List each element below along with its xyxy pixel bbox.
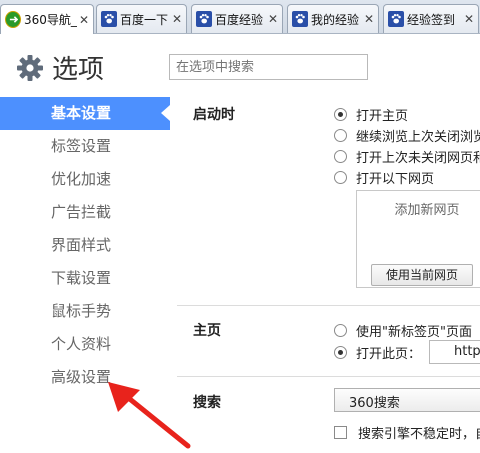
annotation-arrow-icon [108, 382, 191, 449]
tab-baidu-jingyan[interactable]: 百度经验 ✕ [191, 4, 283, 33]
homepage-label: 主页 [193, 323, 221, 339]
tab-label: 百度经验 [215, 12, 264, 27]
option-label: 打开主页 [356, 109, 409, 124]
close-icon[interactable]: ✕ [79, 13, 89, 27]
sidebar-item-optimize[interactable]: 优化加速 [0, 163, 170, 196]
360-nav-icon [5, 11, 21, 28]
startup-option-home[interactable]: 打开主页 [334, 105, 408, 124]
gear-icon [17, 55, 43, 81]
sidebar-item-gestures[interactable]: 鼠标手势 [0, 295, 170, 328]
sidebar-item-basic[interactable]: 基本设置 [0, 97, 170, 130]
tab-label: 百度一下 [120, 12, 169, 27]
sidebar-item-appearance[interactable]: 界面样式 [0, 229, 170, 262]
startup-option-restore[interactable]: 打开上次未关闭网页和 [334, 147, 480, 166]
radio-button[interactable] [334, 108, 347, 121]
baidu-paw-icon [292, 11, 308, 27]
radio-button[interactable] [334, 171, 347, 184]
add-page-link[interactable]: 添加新网页 [357, 199, 480, 218]
checkbox[interactable] [334, 426, 347, 439]
close-icon[interactable]: ✕ [172, 12, 182, 26]
option-label: 使用"新标签页"页面 [356, 325, 472, 340]
startup-option-continue[interactable]: 继续浏览上次关闭浏览 [334, 126, 480, 145]
tab-baidu-search[interactable]: 百度一下 ✕ [96, 4, 187, 33]
sidebar-item-profile[interactable]: 个人资料 [0, 328, 170, 361]
tab-360-nav[interactable]: 360导航_ ✕ [0, 4, 94, 34]
baidu-paw-icon [196, 11, 212, 27]
option-label: 打开此页： [356, 347, 422, 362]
tab-jingyan-checkin[interactable]: 经验签到 ✕ [383, 4, 479, 33]
radio-button[interactable] [334, 129, 347, 142]
close-icon[interactable]: ✕ [464, 12, 474, 26]
close-icon[interactable]: ✕ [268, 12, 278, 26]
sidebar-item-download[interactable]: 下载设置 [0, 262, 170, 295]
baidu-paw-icon [388, 11, 404, 27]
option-label: 继续浏览上次关闭浏览 [356, 130, 480, 145]
radio-button[interactable] [334, 346, 347, 359]
homepage-url-input[interactable]: http: [429, 340, 480, 364]
option-label: 打开上次未关闭网页和 [356, 151, 480, 166]
page-title: 选项 [52, 55, 105, 85]
radio-button[interactable] [334, 150, 347, 163]
sidebar-item-tabs[interactable]: 标签设置 [0, 130, 170, 163]
startup-label: 启动时 [193, 107, 235, 123]
option-label: 打开以下网页 [356, 172, 435, 187]
homepage-option-newtab[interactable]: 使用"新标签页"页面 [334, 321, 472, 340]
startup-pages-list: 添加新网页 使用当前网页 [356, 190, 480, 288]
tab-strip: 360导航_ ✕ 百度一下 ✕ 百度经验 ✕ 我的经验 ✕ 经验签到 ✕ [0, 0, 480, 34]
search-unstable-option[interactable]: 搜索引擎不稳定时，自 [334, 423, 480, 442]
use-current-page-button[interactable]: 使用当前网页 [371, 264, 473, 286]
radio-button[interactable] [334, 324, 347, 337]
tab-label: 我的经验 [311, 12, 360, 27]
tab-my-jingyan[interactable]: 我的经验 ✕ [287, 4, 379, 33]
sidebar: 基本设置 标签设置 优化加速 广告拦截 界面样式 下载设置 鼠标手势 个人资料 … [0, 97, 170, 394]
divider [177, 305, 480, 306]
divider [177, 376, 480, 377]
search-input[interactable] [169, 54, 368, 80]
close-icon[interactable]: ✕ [364, 12, 374, 26]
homepage-option-url[interactable]: 打开此页： [334, 343, 421, 362]
startup-option-pages[interactable]: 打开以下网页 [334, 168, 434, 187]
search-engine-select[interactable]: 360搜索 [334, 388, 480, 412]
tab-label: 360导航_ [24, 13, 77, 27]
option-label: 搜索引擎不稳定时，自 [358, 427, 480, 442]
baidu-paw-icon [101, 11, 117, 27]
tab-label: 经验签到 [407, 12, 456, 27]
sidebar-item-adblock[interactable]: 广告拦截 [0, 196, 170, 229]
